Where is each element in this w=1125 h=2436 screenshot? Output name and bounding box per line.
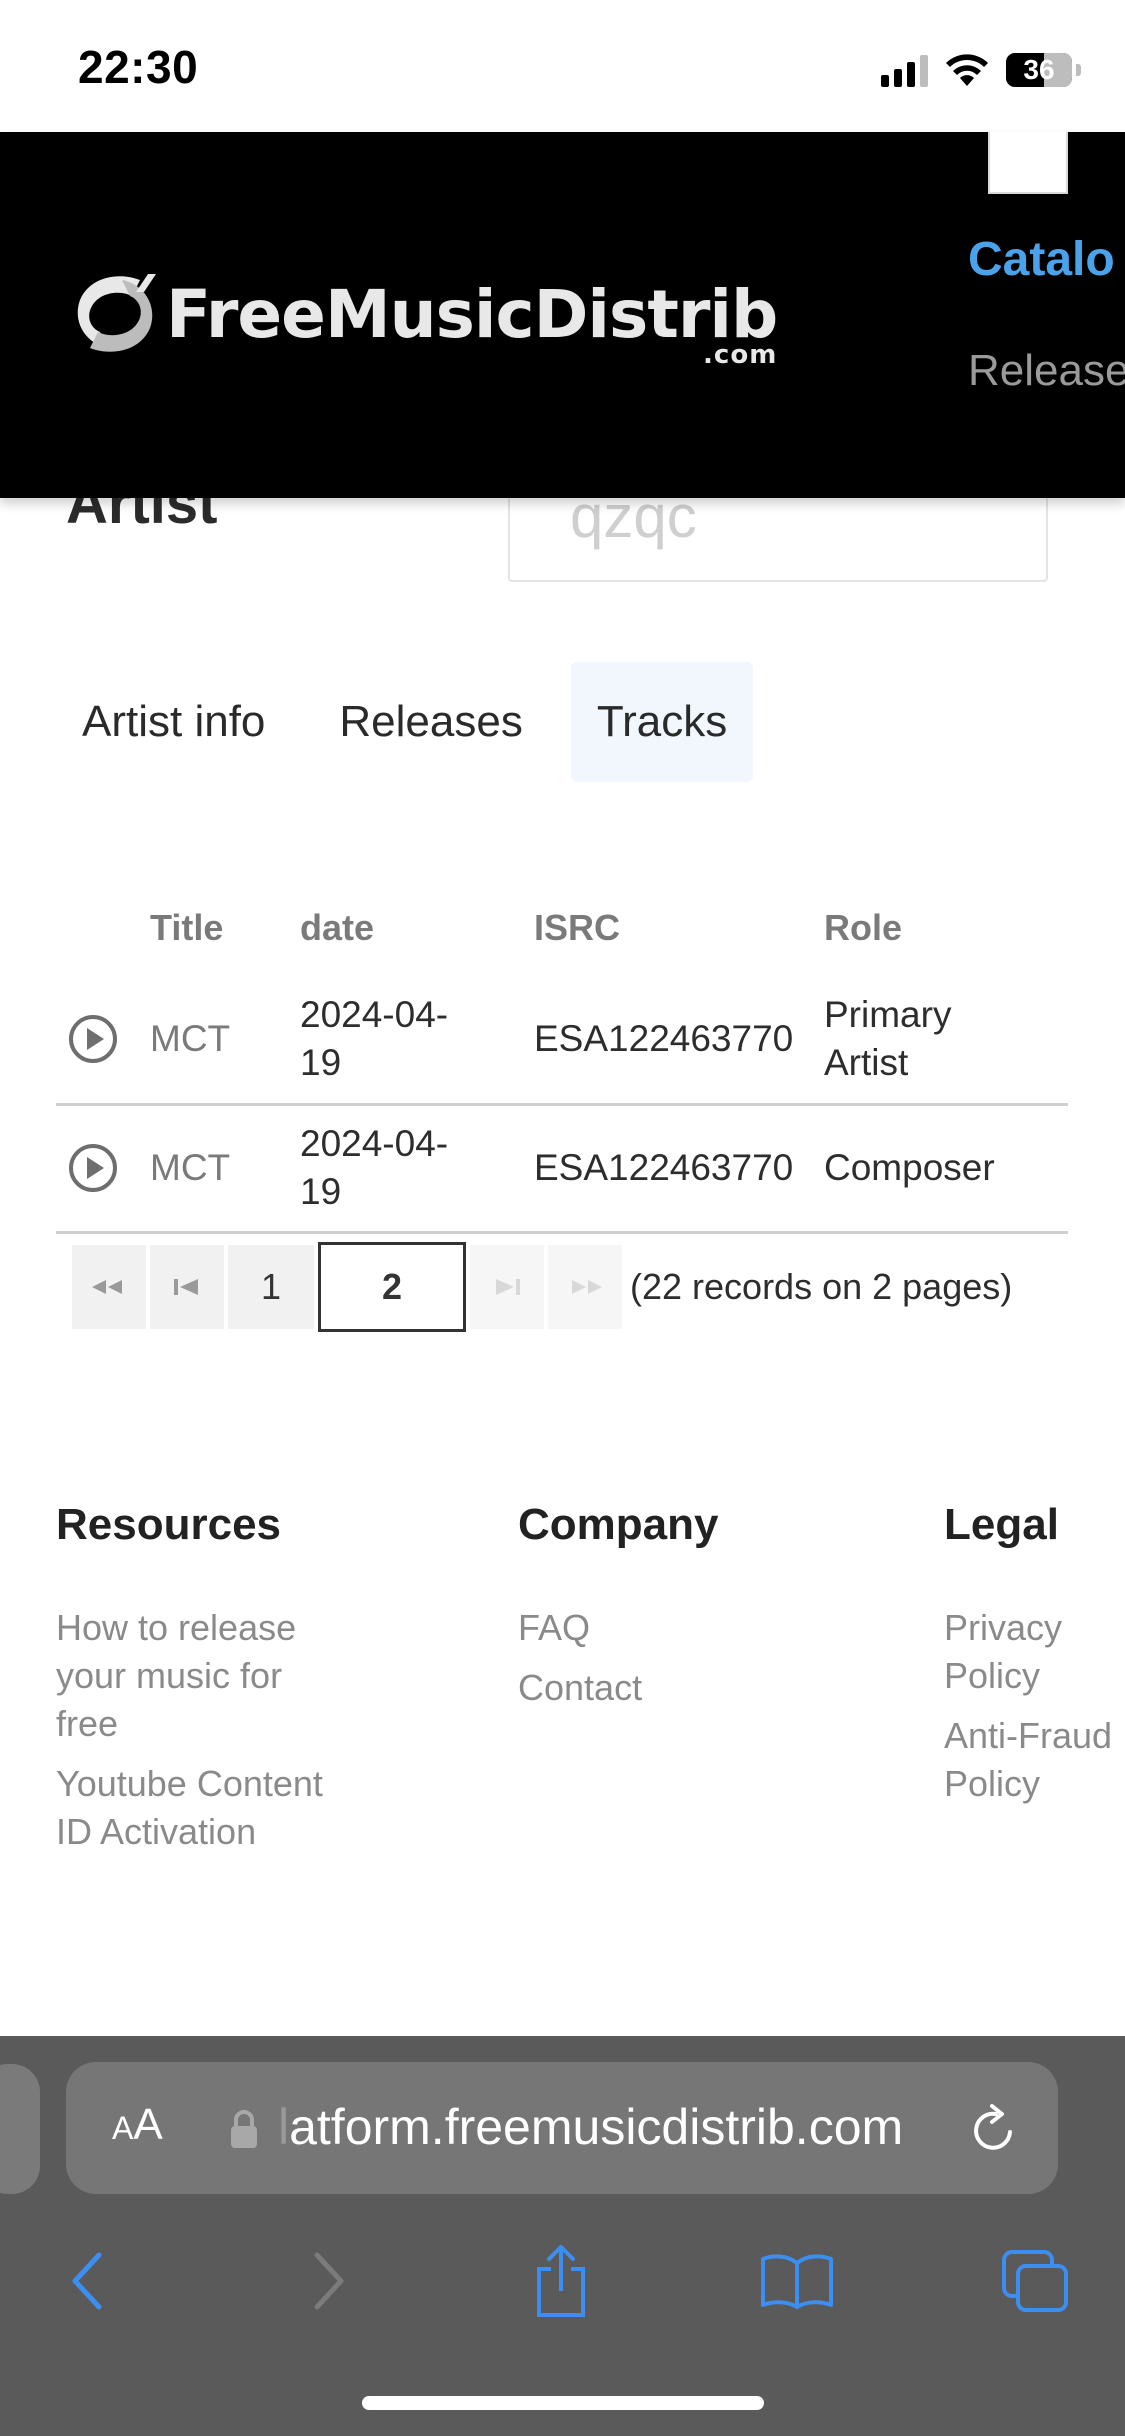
track-role-part1: Primary — [824, 994, 952, 1036]
nav-link-catalog[interactable]: Catalo — [968, 232, 1115, 287]
play-cell — [56, 1104, 150, 1234]
page-1-button[interactable]: 1 — [228, 1245, 314, 1329]
track-title: MCT — [150, 1104, 300, 1234]
lock-icon — [231, 2110, 257, 2148]
site-logo[interactable]: FreeMusicDistrib .com — [70, 270, 778, 370]
wifi-icon — [946, 54, 988, 86]
footer-company: Company FAQ Contact — [518, 1500, 718, 1724]
footer-link-faq[interactable]: FAQ — [518, 1604, 718, 1652]
tab-artist-info[interactable]: Artist info — [56, 662, 291, 782]
next-page-icon — [496, 1279, 520, 1295]
previous-page-button[interactable] — [150, 1245, 224, 1329]
table-row: MCT 2024-04- 19 ESA122463770 Composer — [56, 1104, 1068, 1234]
status-bar: 22:30 36 — [0, 0, 1125, 132]
track-isrc: ESA122463770 — [534, 976, 824, 1106]
tabs-icon — [1002, 2250, 1068, 2312]
track-date-part1: 2024-04- — [300, 1123, 449, 1164]
tab-tracks[interactable]: Tracks — [570, 662, 754, 782]
home-indicator[interactable] — [362, 2396, 764, 2410]
previous-tab-peek[interactable] — [0, 2064, 40, 2194]
logo-text: FreeMusicDistrib .com — [166, 275, 778, 370]
last-page-icon — [572, 1280, 602, 1294]
share-icon — [537, 2245, 585, 2317]
bookmarks-icon — [761, 2254, 833, 2309]
previous-page-icon — [174, 1279, 198, 1295]
logo-wordmark: FreeMusicDistrib — [166, 275, 778, 353]
menu-toggle-button[interactable] — [988, 132, 1068, 194]
footer-link-content-id[interactable]: Youtube Content ID Activation — [56, 1760, 326, 1856]
column-header-isrc[interactable]: ISRC — [534, 880, 824, 976]
first-page-icon — [92, 1280, 122, 1294]
logo-suffix: .com — [703, 339, 778, 370]
play-icon[interactable] — [68, 1014, 118, 1064]
back-arrow-icon — [72, 2252, 102, 2310]
footer-resources: Resources How to release your music for … — [56, 1500, 326, 1868]
tab-releases[interactable]: Releases — [313, 662, 548, 782]
url-text[interactable]: latform.freemusicdistrib.com — [278, 2098, 903, 2156]
table-row: MCT 2024-04- 19 ESA122463770 Primary Art… — [56, 976, 1068, 1106]
url-fade: l — [278, 2099, 290, 2155]
bookmarks-button[interactable] — [752, 2236, 842, 2326]
track-date-part2: 19 — [300, 1042, 342, 1084]
table-header-row: Title date ISRC Role — [56, 880, 1068, 976]
track-title: MCT — [150, 976, 300, 1106]
address-bar[interactable]: AA latform.freemusicdistrib.com — [66, 2062, 1058, 2194]
browser-chrome: AA latform.freemusicdistrib.com — [0, 2036, 1125, 2436]
cellular-signal-icon — [881, 53, 928, 87]
reader-settings-small-a: A — [112, 2110, 134, 2146]
tabs-button[interactable] — [990, 2236, 1080, 2326]
track-isrc: ESA122463770 — [534, 1104, 824, 1234]
footer-legal: Legal Privacy Policy Anti-Fraud Policy — [944, 1500, 1114, 1820]
column-header-play — [56, 880, 150, 976]
track-role: Composer — [824, 1104, 1068, 1234]
next-page-button[interactable] — [470, 1245, 544, 1329]
logo-mark-icon — [77, 274, 156, 352]
reload-icon[interactable] — [966, 2098, 1022, 2158]
footer-heading-resources: Resources — [56, 1500, 282, 1549]
column-header-role[interactable]: Role — [824, 880, 1068, 976]
track-role-part2: Artist — [824, 1042, 909, 1084]
artist-tabs: Artist info Releases Tracks — [56, 662, 775, 782]
status-icons: 36 — [881, 50, 1081, 90]
track-role-part1: Composer — [824, 1147, 995, 1188]
battery-level: 36 — [1023, 54, 1055, 85]
track-date-part2: 19 — [300, 1171, 342, 1212]
column-header-date[interactable]: date — [300, 880, 534, 976]
battery-icon: 36 — [1006, 53, 1072, 87]
url-value: atform.freemusicdistrib.com — [289, 2099, 904, 2155]
footer-heading-company: Company — [518, 1500, 719, 1549]
records-summary: (22 records on 2 pages) — [630, 1266, 1013, 1307]
reader-settings-button[interactable]: AA — [112, 2100, 163, 2150]
track-date: 2024-04- 19 — [300, 976, 534, 1106]
site-header: FreeMusicDistrib .com Catalo Release — [0, 132, 1125, 498]
play-icon[interactable] — [68, 1143, 118, 1193]
track-date-part1: 2024-04- — [300, 994, 449, 1036]
footer-link-anti-fraud[interactable]: Anti-Fraud Policy — [944, 1712, 1114, 1808]
first-page-button[interactable] — [72, 1245, 146, 1329]
reader-settings-large-a: A — [133, 2100, 163, 2149]
back-button[interactable] — [42, 2236, 132, 2326]
battery-cap — [1076, 64, 1081, 76]
nav-link-releases[interactable]: Release — [968, 346, 1125, 396]
track-role: Primary Artist — [824, 976, 1068, 1106]
pagination: 1 2 (22 records on 2 pages) — [72, 1242, 1012, 1332]
tracks-table: Title date ISRC Role MCT 2024-04- 19 ESA… — [56, 880, 1068, 1234]
share-button[interactable] — [516, 2236, 606, 2326]
footer-heading-legal: Legal — [944, 1500, 1059, 1549]
browser-toolbar — [0, 2236, 1125, 2356]
last-page-button[interactable] — [548, 1245, 622, 1329]
current-page-indicator: 2 — [318, 1242, 466, 1332]
footer-link-contact[interactable]: Contact — [518, 1664, 718, 1712]
forward-arrow-icon — [314, 2252, 344, 2310]
forward-button[interactable] — [284, 2236, 374, 2326]
play-cell — [56, 976, 150, 1106]
track-date: 2024-04- 19 — [300, 1104, 534, 1234]
status-time: 22:30 — [78, 41, 199, 93]
column-header-title[interactable]: Title — [150, 880, 300, 976]
footer-link-release-music[interactable]: How to release your music for free — [56, 1604, 326, 1748]
footer-link-privacy[interactable]: Privacy Policy — [944, 1604, 1114, 1700]
